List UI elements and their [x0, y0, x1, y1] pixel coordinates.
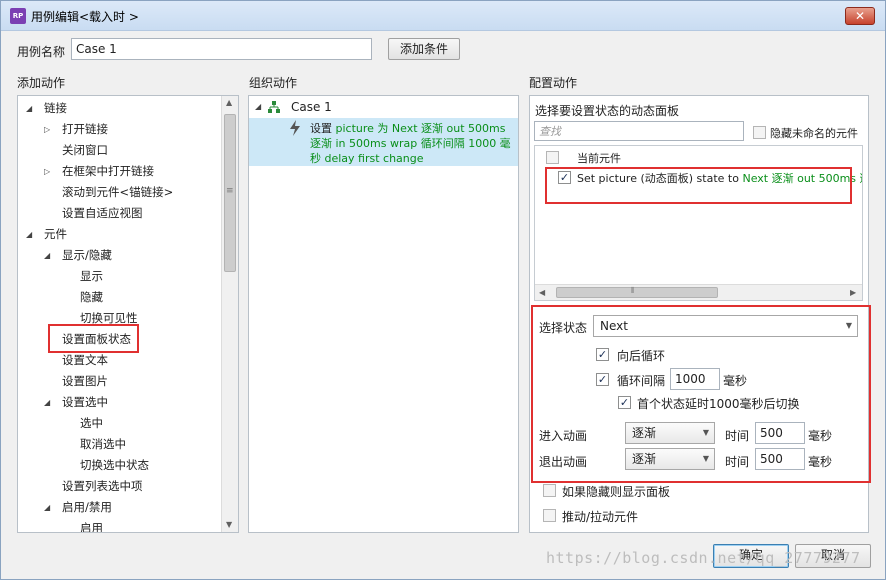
case-name-input[interactable]: Case 1	[71, 38, 372, 60]
expanded-arrow-icon[interactable]: ◢	[44, 245, 50, 266]
tree-item[interactable]: ◢ 启用/禁用	[18, 497, 218, 518]
tree-item[interactable]: 关闭窗口	[18, 140, 218, 161]
dialog-window: RP 用例编辑<载入时 > ✕ 用例名称 Case 1 添加条件 添加动作 组织…	[0, 0, 886, 580]
tree-item-label: 在框架中打开链接	[62, 164, 154, 178]
scroll-down-icon[interactable]: ▼	[226, 520, 232, 529]
title-bar[interactable]: RP 用例编辑<载入时 > ✕	[1, 1, 885, 31]
window-title: 用例编辑<载入时 >	[31, 10, 139, 24]
hide-unnamed-label: 隐藏未命名的元件	[770, 127, 858, 140]
case-label[interactable]: Case 1	[291, 100, 332, 114]
tree-item-label: 切换选中状态	[80, 458, 149, 472]
tree-item-label: 设置列表选中项	[62, 479, 143, 493]
highlight-set-picture-item	[545, 167, 852, 204]
tree-item[interactable]: ◢ 元件	[18, 224, 218, 245]
show-if-hidden-label: 如果隐藏则显示面板	[562, 485, 671, 499]
collapsed-arrow-icon[interactable]: ▷	[44, 161, 50, 182]
show-if-hidden-checkbox[interactable]	[543, 484, 556, 497]
tree-item-label: 打开链接	[62, 122, 108, 136]
scroll-up-icon[interactable]: ▲	[226, 98, 232, 107]
tree-item[interactable]: 取消选中	[18, 434, 218, 455]
tree-item[interactable]: 启用	[18, 518, 218, 533]
tree-item[interactable]: 设置自适应视图	[18, 203, 218, 224]
tree-item-label: 隐藏	[80, 290, 103, 304]
tree-item-label: 显示	[80, 269, 103, 283]
expanded-arrow-icon[interactable]: ◢	[26, 224, 32, 245]
tree-item-label: 选中	[80, 416, 103, 430]
tree-item-label: 启用	[80, 521, 103, 533]
push-pull-label: 推动/拉动元件	[562, 510, 639, 524]
add-condition-button[interactable]: 添加条件	[388, 38, 460, 60]
expanded-arrow-icon[interactable]: ◢	[26, 98, 32, 119]
case-expand-icon[interactable]: ◢	[255, 102, 261, 111]
watermark: https://blog.csdn.net/qq_27779277	[546, 549, 861, 567]
tree-item-label: 设置图片	[62, 374, 108, 388]
tree-item[interactable]: ◢ 设置选中	[18, 392, 218, 413]
tree-item-label: 关闭窗口	[62, 143, 108, 157]
tree-item-label: 滚动到元件<锚链接>	[62, 185, 174, 199]
hide-unnamed-checkbox[interactable]	[753, 126, 766, 139]
scroll-left-icon[interactable]: ◀	[539, 288, 545, 297]
organize-action-header: 组织动作	[249, 76, 298, 90]
push-pull-checkbox[interactable]	[543, 509, 556, 522]
tree-item[interactable]: ◢ 链接	[18, 98, 218, 119]
tree-item[interactable]: 隐藏	[18, 287, 218, 308]
tree-item[interactable]: ▷ 在框架中打开链接	[18, 161, 218, 182]
tree-item[interactable]: 滚动到元件<锚链接>	[18, 182, 218, 203]
expanded-arrow-icon[interactable]: ◢	[44, 392, 50, 413]
hscroll-thumb[interactable]	[556, 287, 718, 298]
tree-item[interactable]: 显示	[18, 266, 218, 287]
tree-item[interactable]: 切换选中状态	[18, 455, 218, 476]
tree-item[interactable]: 设置图片	[18, 371, 218, 392]
tree-item-label: 链接	[44, 101, 67, 115]
hgrip-icon: ⦀	[631, 286, 635, 295]
list-hscrollbar[interactable]: ◀ ⦀ ▶	[535, 284, 862, 300]
tree-item[interactable]: ◢ 显示/隐藏	[18, 245, 218, 266]
tree-item-label: 设置自适应视图	[62, 206, 143, 220]
current-widget-checkbox[interactable]	[546, 151, 559, 164]
tree-item[interactable]: 设置文本	[18, 350, 218, 371]
search-input[interactable]: 查找	[534, 121, 744, 141]
tree-item[interactable]: 选中	[18, 413, 218, 434]
case-icon	[267, 100, 281, 114]
scroll-right-icon[interactable]: ▶	[850, 288, 856, 297]
expanded-arrow-icon[interactable]: ◢	[44, 497, 50, 518]
case-name-label: 用例名称	[17, 45, 66, 59]
tree-item-label: 取消选中	[80, 437, 126, 451]
tree-item[interactable]: 设置列表选中项	[18, 476, 218, 497]
highlight-state-config	[531, 305, 871, 483]
tree-item-label: 设置文本	[62, 353, 108, 367]
tree-item[interactable]: ▷ 打开链接	[18, 119, 218, 140]
highlight-set-panel-state	[48, 324, 139, 353]
add-action-header: 添加动作	[17, 76, 66, 90]
action-item-selected[interactable]: 设置 picture 为 Next 逐渐 out 500ms 逐渐 in 500…	[249, 118, 518, 166]
current-widget-label: 当前元件	[577, 152, 621, 165]
config-action-header: 配置动作	[529, 76, 578, 90]
tree-item-label: 元件	[44, 227, 67, 241]
panel-select-title: 选择要设置状态的动态面板	[535, 104, 680, 118]
action-detail: picture 为 Next 逐渐 out 500ms 逐渐 in 500ms …	[310, 122, 511, 165]
action-tree-panel: ◢ 链接 ▷ 打开链接关闭窗口 ▷ 在框架中打开链接滚动到元件<锚链接> 设置自适应视图 ◢ 元…	[17, 95, 239, 533]
tree-item-label: 显示/隐藏	[62, 248, 112, 262]
close-button[interactable]: ✕	[845, 7, 875, 25]
lightning-icon	[289, 120, 301, 136]
action-text: 设置 picture 为 Next 逐渐 out 500ms 逐渐 in 500…	[310, 121, 512, 166]
action-prefix: 设置	[310, 122, 332, 135]
collapsed-arrow-icon[interactable]: ▷	[44, 119, 50, 140]
organize-panel: ◢ Case 1 设置 picture 为 Next 逐渐 out 500ms …	[248, 95, 519, 533]
grip-icon: ≡	[226, 186, 234, 196]
tree-scrollbar[interactable]: ▲ ≡ ▼	[221, 96, 238, 532]
tree-item-label: 设置选中	[62, 395, 108, 409]
app-icon: RP	[10, 8, 26, 24]
tree-item-label: 启用/禁用	[62, 500, 112, 514]
